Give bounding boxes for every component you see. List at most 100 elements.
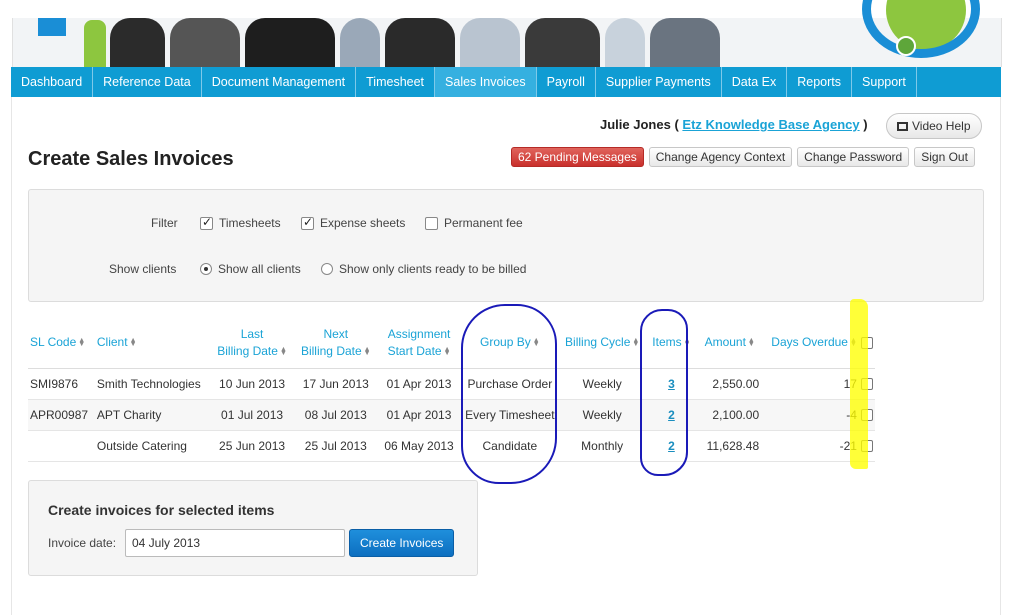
sort-icon: ▲ ▼ (78, 337, 86, 349)
timesheets-checkbox[interactable] (200, 215, 213, 230)
cell-amount: 11,628.48 (698, 430, 762, 462)
col-sl-code[interactable]: SL Code ▲ ▼ (28, 318, 95, 369)
banner-blue-block (38, 18, 66, 36)
table-row: APR00987 APT Charity 01 Jul 2013 08 Jul … (28, 399, 875, 431)
show-all-clients-label: Show all clients (218, 262, 301, 276)
paren-close: ) (863, 117, 868, 132)
cell-start-date: 01 Apr 2013 (378, 399, 460, 431)
nav-payroll[interactable]: Payroll (537, 67, 596, 97)
invoice-table: SL Code ▲ ▼ Client ▲ ▼ Last Billing Date ▲ ▼ Ne… (28, 318, 875, 462)
cell-items: 2 (644, 399, 699, 431)
cell-next-billing: 08 Jul 2013 (293, 399, 379, 431)
cell-next-billing: 17 Jun 2013 (293, 368, 379, 400)
cell-sl-code: APR00987 (28, 399, 95, 431)
show-all-clients-radio[interactable] (200, 263, 212, 275)
video-help-button[interactable]: Video Help (886, 113, 982, 139)
items-link[interactable]: 2 (668, 439, 675, 453)
col-group-by[interactable]: Group By ▲ ▼ (459, 318, 560, 369)
row-checkbox[interactable] (860, 440, 873, 453)
cell-days-overdue: -21 (761, 430, 859, 462)
banner-people-image (245, 18, 335, 67)
filter-expense-sheets[interactable]: Expense sheets (301, 215, 405, 230)
cell-group-by: Every Timesheet (459, 399, 560, 431)
cell-last-billing: 10 Jun 2013 (210, 368, 294, 400)
cell-start-date: 06 May 2013 (378, 430, 460, 462)
cell-select (858, 368, 875, 400)
items-link[interactable]: 2 (668, 408, 675, 422)
col-days-overdue[interactable]: Days Overdue ▲ ▼ (761, 318, 859, 369)
table-row: Outside Catering 25 Jun 2013 25 Jul 2013… (28, 430, 875, 462)
sort-icon: ▲ ▼ (632, 337, 640, 349)
cell-amount: 2,550.00 (698, 368, 762, 400)
select-all-checkbox[interactable] (860, 337, 873, 350)
nav-supplier-payments[interactable]: Supplier Payments (596, 67, 722, 97)
nav-sales-invoices[interactable]: Sales Invoices (435, 67, 537, 97)
cell-billing-cycle: Monthly (559, 430, 645, 462)
film-icon (897, 122, 908, 131)
cell-start-date: 01 Apr 2013 (378, 368, 460, 400)
col-amount[interactable]: Amount ▲ ▼ (698, 318, 762, 369)
cell-items: 2 (644, 430, 699, 462)
main-nav: Dashboard Reference Data Document Manage… (11, 67, 1001, 97)
nav-reports[interactable]: Reports (787, 67, 853, 97)
create-invoices-panel: Create invoices for selected items Invoi… (28, 480, 478, 576)
cell-days-overdue: 17 (761, 368, 859, 400)
filter-permanent-fee[interactable]: Permanent fee (425, 216, 523, 230)
filter-panel: Filter Timesheets Expense sheets Permane… (28, 189, 984, 302)
paren-open: ( (674, 117, 679, 132)
filter-timesheets[interactable]: Timesheets (200, 215, 281, 230)
row-checkbox[interactable] (860, 409, 873, 422)
sort-icon: ▲ ▼ (129, 337, 137, 349)
cell-group-by: Purchase Order (459, 368, 560, 400)
cell-select (858, 399, 875, 431)
show-ready-clients-option[interactable]: Show only clients ready to be billed (321, 262, 526, 276)
col-assignment-start-date[interactable]: Assignment Start Date ▲ ▼ (378, 318, 460, 369)
invoice-date-input[interactable] (125, 529, 345, 557)
banner-people-image (340, 18, 380, 67)
cell-days-overdue: -4 (761, 399, 859, 431)
show-all-clients-option[interactable]: Show all clients (200, 262, 301, 276)
sort-icon: ▲ ▼ (532, 337, 540, 349)
cell-next-billing: 25 Jul 2013 (293, 430, 379, 462)
sign-out-button[interactable]: Sign Out (914, 147, 975, 167)
show-ready-clients-label: Show only clients ready to be billed (339, 262, 527, 276)
banner-people-image (110, 18, 165, 67)
pending-messages-button[interactable]: 62 Pending Messages (511, 147, 644, 167)
col-items[interactable]: Items ▲ ▼ (644, 318, 699, 369)
cell-amount: 2,100.00 (698, 399, 762, 431)
banner-people-image (385, 18, 455, 67)
cell-billing-cycle: Weekly (559, 368, 645, 400)
nav-reference-data[interactable]: Reference Data (93, 67, 202, 97)
col-client[interactable]: Client ▲ ▼ (94, 318, 211, 369)
nav-dashboard[interactable]: Dashboard (11, 67, 94, 97)
col-next-billing-date[interactable]: Next Billing Date ▲ ▼ (293, 318, 379, 369)
col-select-all[interactable] (858, 318, 875, 369)
col-billing-cycle[interactable]: Billing Cycle ▲ ▼ (559, 318, 645, 369)
nav-support[interactable]: Support (852, 67, 917, 97)
cell-client: APT Charity (94, 399, 211, 431)
nav-data-ex[interactable]: Data Ex (722, 67, 788, 97)
change-agency-context-button[interactable]: Change Agency Context (648, 147, 793, 167)
items-link[interactable]: 3 (668, 377, 675, 391)
agency-link[interactable]: Etz Knowledge Base Agency (682, 117, 859, 132)
show-clients-label: Show clients (109, 262, 177, 276)
col-last-billing-date[interactable]: Last Billing Date ▲ ▼ (210, 318, 294, 369)
nav-timesheet[interactable]: Timesheet (356, 67, 436, 97)
permanent-fee-label: Permanent fee (444, 216, 523, 230)
header-banner (0, 0, 1019, 67)
nav-document-management[interactable]: Document Management (202, 67, 357, 97)
row-checkbox[interactable] (860, 378, 873, 391)
user-name: Julie Jones (600, 117, 671, 132)
cell-client: Smith Technologies (94, 368, 211, 400)
expense-sheets-checkbox[interactable] (301, 215, 314, 230)
sort-icon: ▲ ▼ (363, 345, 371, 357)
permanent-fee-checkbox[interactable] (425, 216, 438, 230)
header-actions: 62 Pending Messages Change Agency Contex… (511, 147, 975, 167)
create-invoices-button[interactable]: Create Invoices (349, 529, 455, 557)
cell-sl-code (28, 430, 95, 462)
banner-people-image (460, 18, 520, 67)
banner-people-image (605, 18, 645, 67)
clock-icon (896, 36, 916, 56)
change-password-button[interactable]: Change Password (797, 147, 910, 167)
show-ready-clients-radio[interactable] (321, 263, 333, 275)
